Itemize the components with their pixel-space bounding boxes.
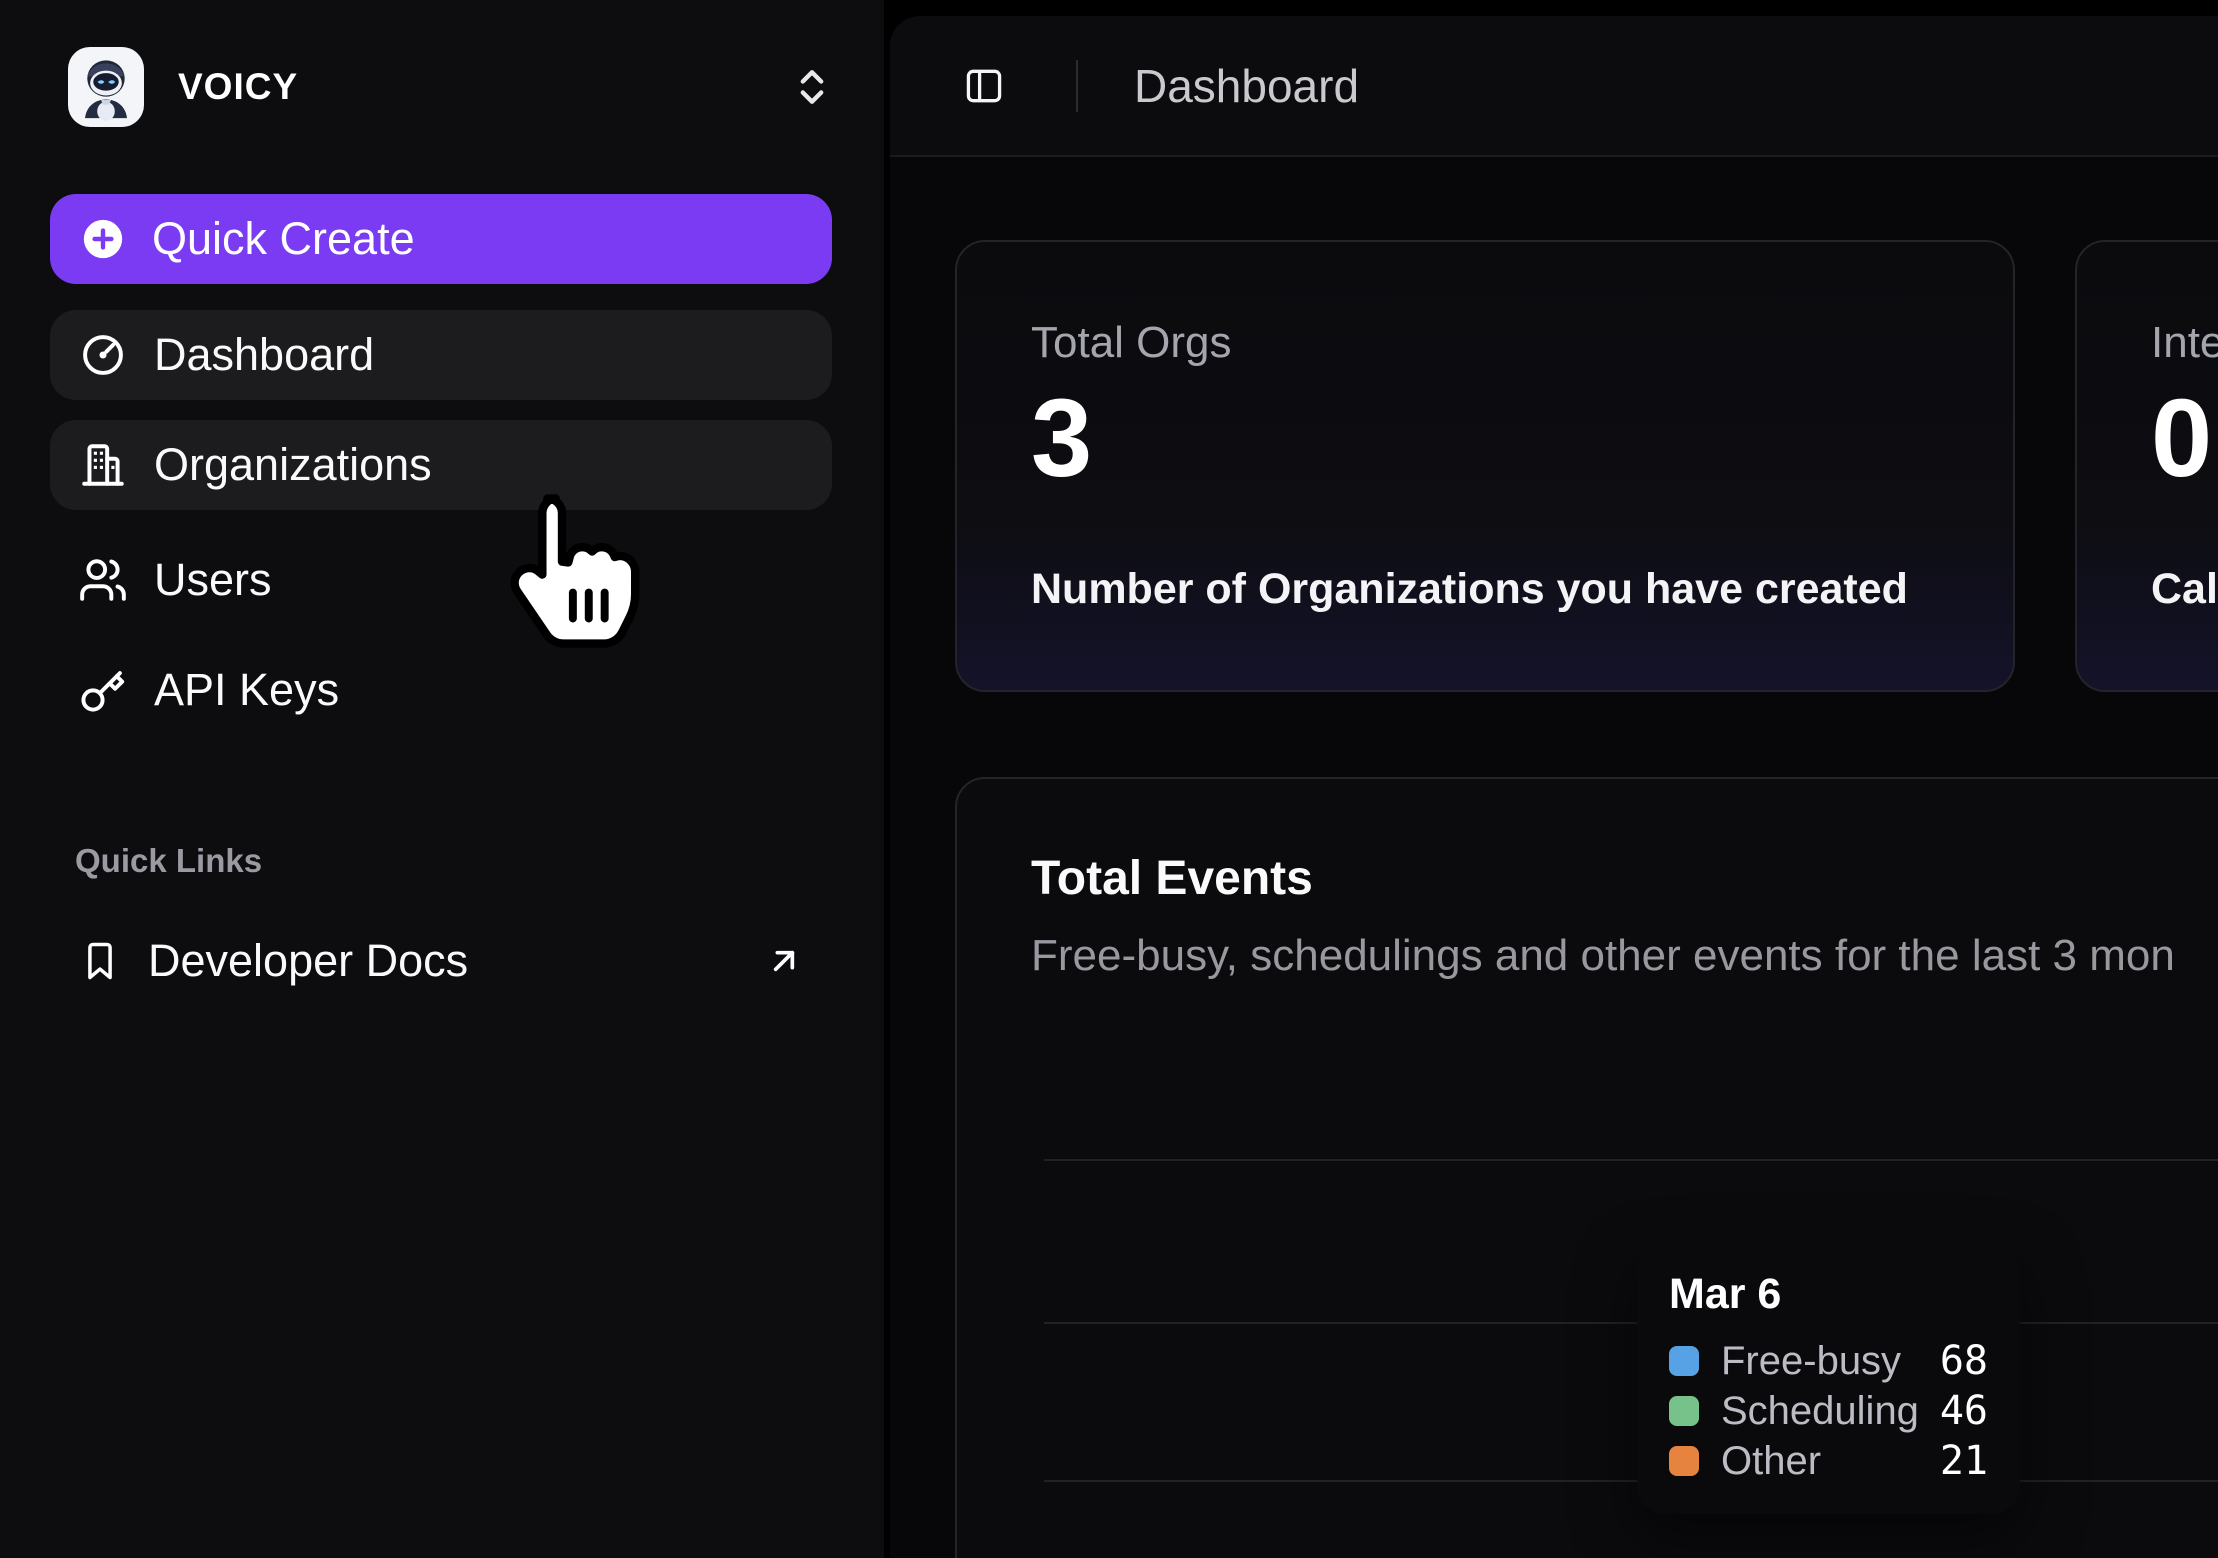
tooltip-label: Other	[1721, 1439, 1821, 1484]
building-icon	[78, 440, 128, 490]
sidebar-toggle-icon[interactable]	[962, 63, 1006, 109]
sidebar-item-label: Users	[154, 554, 272, 606]
stat-card-title: Inte	[2151, 318, 2218, 368]
developer-docs-label: Developer Docs	[148, 935, 468, 987]
users-icon	[78, 555, 128, 605]
tooltip-label: Free-busy	[1721, 1339, 1901, 1384]
sidebar: VOICY Quick Create	[0, 0, 884, 1558]
circle-plus-icon	[80, 216, 126, 262]
stat-card-description: Number of Organizations you have created	[1031, 565, 1939, 614]
workspace-switcher[interactable]: VOICY	[68, 46, 834, 128]
developer-docs-link[interactable]: Developer Docs	[50, 922, 832, 1000]
scheduling-swatch	[1669, 1396, 1699, 1426]
events-card-subtitle: Free-busy, schedulings and other events …	[1031, 931, 2175, 981]
topbar: Dashboard	[890, 16, 2218, 157]
sidebar-item-organizations[interactable]: Organizations	[50, 420, 832, 510]
stat-card-total-orgs: Total Orgs 3 Number of Organizations you…	[955, 240, 2015, 692]
total-events-card: Total Events Free-busy, schedulings and …	[955, 777, 2218, 1558]
tooltip-row-free-busy: Free-busy 68	[1669, 1336, 1988, 1386]
topbar-divider	[1076, 60, 1078, 112]
tooltip-row-scheduling: Scheduling 46	[1669, 1386, 1988, 1436]
stat-card-value: 3	[1031, 384, 1939, 494]
brand-name: VOICY	[178, 66, 298, 108]
events-card-title: Total Events	[1031, 851, 1313, 906]
arrow-up-right-icon	[764, 941, 804, 981]
tooltip-value: 21	[1940, 1438, 1988, 1484]
tooltip-value: 68	[1940, 1338, 1988, 1384]
tooltip-value: 46	[1940, 1388, 1988, 1434]
gauge-icon	[78, 330, 128, 380]
chart-gridline	[1044, 1159, 2218, 1161]
chart-tooltip: Mar 6 Free-busy 68 Scheduling 46 Other 2…	[1637, 1242, 2020, 1514]
stat-card-value: 0	[2151, 384, 2218, 494]
chart-gridline	[1044, 1480, 2218, 1482]
app-window: VOICY Quick Create	[0, 0, 2218, 1558]
key-icon	[78, 665, 128, 715]
tooltip-date: Mar 6	[1669, 1268, 1988, 1320]
tooltip-label: Scheduling	[1721, 1389, 1919, 1434]
sidebar-item-users[interactable]: Users	[50, 535, 832, 625]
quick-create-label: Quick Create	[152, 213, 415, 265]
chevrons-up-down-icon[interactable]	[790, 65, 834, 109]
other-swatch	[1669, 1446, 1699, 1476]
sidebar-item-dashboard[interactable]: Dashboard	[50, 310, 832, 400]
sidebar-item-label: Dashboard	[154, 329, 374, 381]
free-busy-swatch	[1669, 1346, 1699, 1376]
stat-card-description: Cale	[2151, 565, 2218, 614]
stat-card-title: Total Orgs	[1031, 318, 1939, 368]
quick-links-header: Quick Links	[75, 842, 262, 880]
tooltip-row-other: Other 21	[1669, 1436, 1988, 1486]
sidebar-item-label: API Keys	[154, 664, 339, 716]
sidebar-item-api-keys[interactable]: API Keys	[50, 645, 832, 735]
brand-robot-avatar	[68, 47, 144, 127]
page-title: Dashboard	[1134, 59, 1359, 113]
quick-create-button[interactable]: Quick Create	[50, 194, 832, 284]
bookmark-icon	[78, 939, 122, 983]
chart-gridline	[1044, 1322, 2218, 1324]
stat-card-integrations: Inte 0 Cale	[2075, 240, 2218, 692]
main-panel: Dashboard Total Orgs 3 Number of Organiz…	[890, 16, 2218, 1558]
sidebar-item-label: Organizations	[154, 439, 432, 491]
